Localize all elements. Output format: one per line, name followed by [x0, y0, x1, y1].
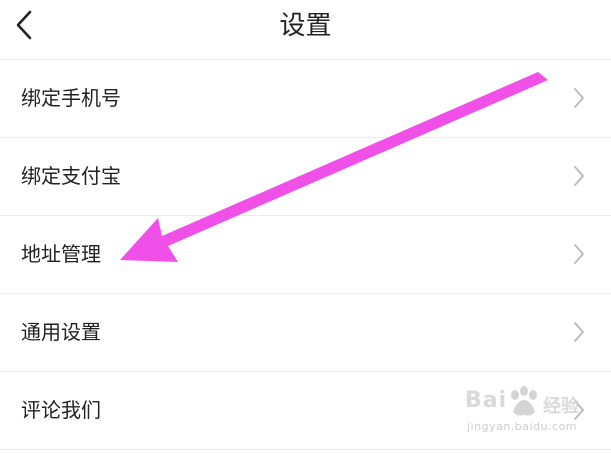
settings-item-label: 绑定手机号: [21, 86, 121, 110]
back-button[interactable]: [10, 8, 46, 44]
settings-item-label: 评论我们: [21, 398, 101, 422]
settings-item-label: 绑定支付宝: [21, 164, 121, 188]
settings-list: 绑定手机号 绑定支付宝 地址管理 通用设置 评论我们: [0, 59, 611, 450]
nav-header: 设置: [0, 0, 611, 58]
settings-item-bind-phone[interactable]: 绑定手机号: [0, 60, 611, 138]
settings-screen: 设置 绑定手机号 绑定支付宝 地址管理 通用设置 评论我们 Bai 经验 jin…: [0, 0, 611, 453]
chevron-right-icon: [574, 322, 584, 342]
chevron-right-icon: [574, 400, 584, 420]
settings-item-label: 通用设置: [21, 320, 101, 344]
settings-item-rate-us[interactable]: 评论我们: [0, 372, 611, 450]
chevron-right-icon: [574, 244, 584, 264]
chevron-right-icon: [574, 88, 584, 108]
settings-item-general-settings[interactable]: 通用设置: [0, 294, 611, 372]
chevron-right-icon: [574, 166, 584, 186]
settings-item-label: 地址管理: [21, 242, 101, 266]
settings-item-bind-alipay[interactable]: 绑定支付宝: [0, 138, 611, 216]
page-title: 设置: [279, 11, 332, 41]
chevron-left-icon: [16, 10, 32, 40]
settings-item-address-management[interactable]: 地址管理: [0, 216, 611, 294]
